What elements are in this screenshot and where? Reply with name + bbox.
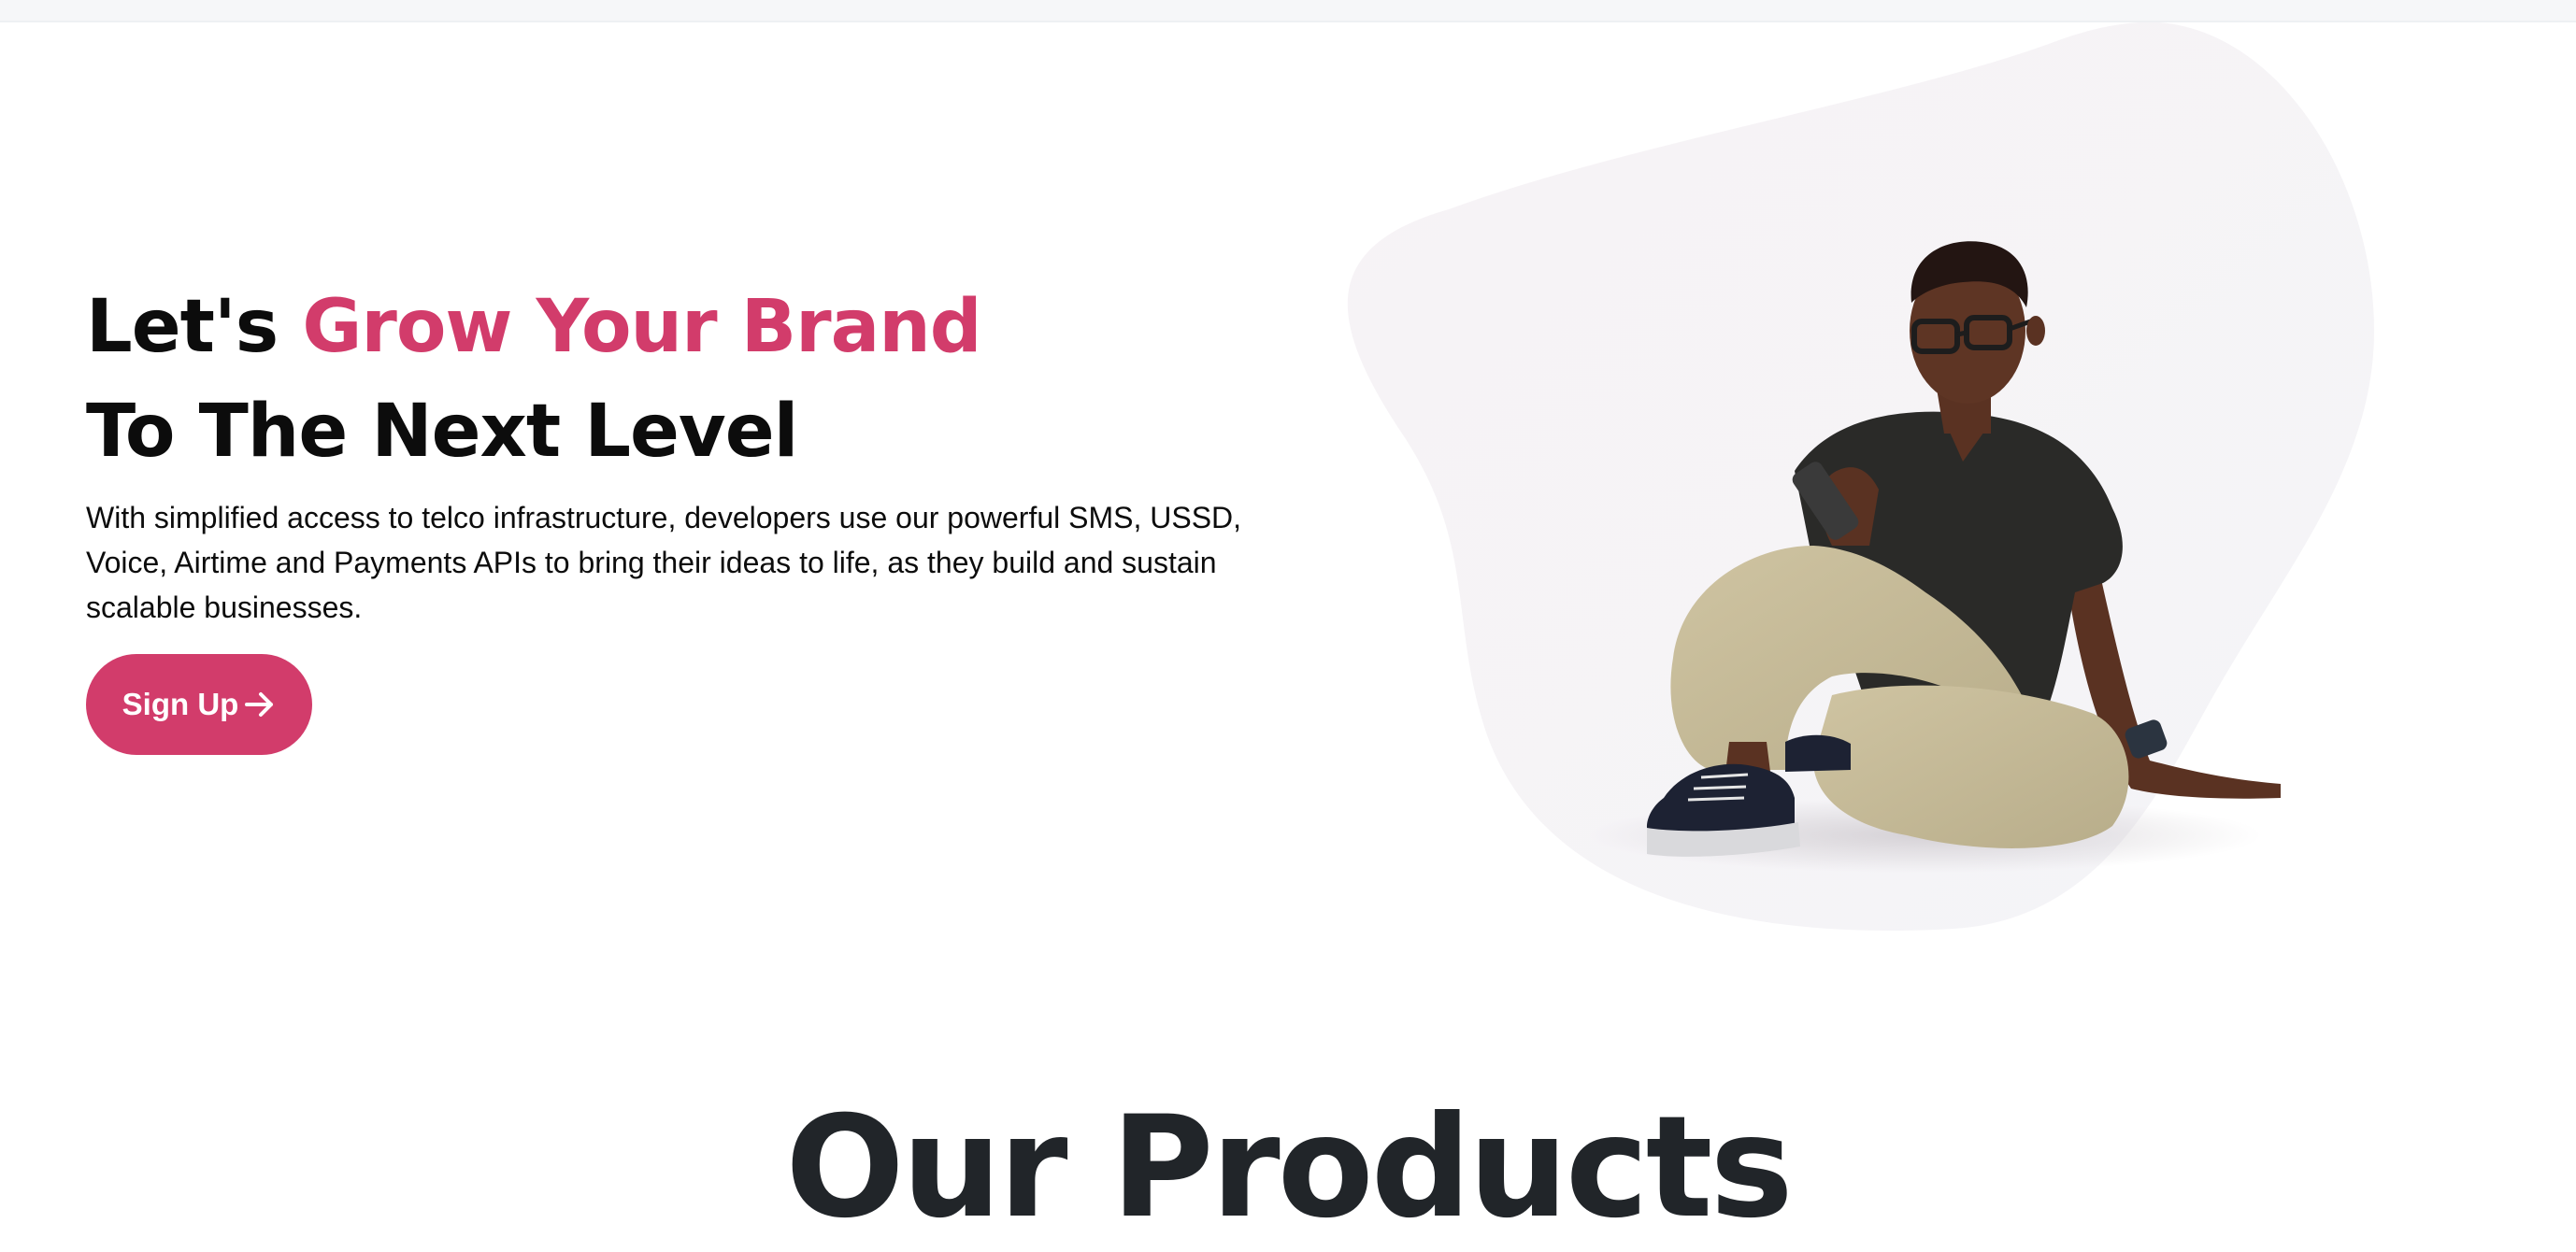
products-section-title: Our Products bbox=[785, 1087, 1794, 1249]
arrow-right-icon bbox=[244, 690, 276, 718]
sign-up-label: Sign Up bbox=[122, 687, 239, 721]
headline-prefix: Let's bbox=[86, 285, 279, 369]
headline-line-two: To The Next Level bbox=[86, 390, 798, 474]
headline-accent: Grow Your Brand bbox=[302, 285, 981, 369]
sign-up-button[interactable]: Sign Up bbox=[86, 654, 312, 755]
hero-description: With simplified access to telco infrastr… bbox=[86, 501, 1242, 624]
hero-illustration bbox=[1347, 22, 2374, 932]
hero-text-block: Let's Grow Your Brand To The Next Level … bbox=[86, 275, 1320, 630]
hero-headline: Let's Grow Your Brand To The Next Level bbox=[86, 275, 1320, 484]
top-nav-strip bbox=[0, 0, 2576, 22]
hero-section: Let's Grow Your Brand To The Next Level … bbox=[0, 22, 2576, 994]
